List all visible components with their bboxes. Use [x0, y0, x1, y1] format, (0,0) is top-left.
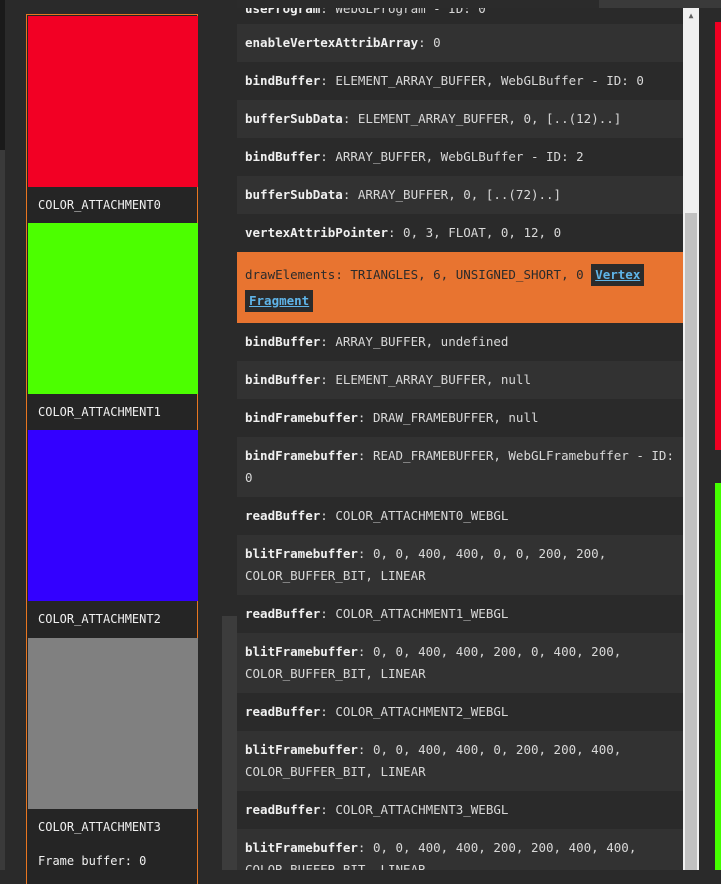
attachment-0-label: COLOR_ATTACHMENT0	[38, 198, 161, 212]
command-row[interactable]: bindBuffer: ELEMENT_ARRAY_BUFFER, WebGLB…	[237, 62, 683, 100]
command-name: blitFramebuffer	[245, 546, 358, 561]
command-row-partial[interactable]: useProgram: WebGLProgram - ID: 0	[237, 8, 683, 24]
command-args: : 0	[418, 35, 441, 50]
command-row[interactable]: bufferSubData: ARRAY_BUFFER, 0, [..(72).…	[237, 176, 683, 214]
attachment-1-swatch[interactable]	[28, 223, 198, 394]
attachment-3-label: COLOR_ATTACHMENT3	[38, 820, 161, 834]
command-name: vertexAttribPointer	[245, 225, 388, 240]
command-row[interactable]: readBuffer: COLOR_ATTACHMENT3_WEBGL	[237, 791, 683, 829]
command-row[interactable]: readBuffer: COLOR_ATTACHMENT0_WEBGL	[237, 497, 683, 535]
top-right-bar	[599, 0, 721, 8]
command-args: : WebGLProgram - ID: 0	[320, 8, 486, 16]
command-name: enableVertexAttribArray	[245, 35, 419, 50]
command-row-selected[interactable]: drawElements: TRIANGLES, 6, UNSIGNED_SHO…	[237, 252, 683, 323]
command-name: readBuffer	[245, 704, 321, 719]
command-row[interactable]: readBuffer: COLOR_ATTACHMENT2_WEBGL	[237, 693, 683, 731]
vertex-shader-link[interactable]: Vertex	[591, 263, 645, 286]
command-row[interactable]: bindBuffer: ELEMENT_ARRAY_BUFFER, null	[237, 361, 683, 399]
attachment-2-swatch[interactable]	[28, 430, 198, 601]
attachments-panel: COLOR_ATTACHMENT0 COLOR_ATTACHMENT1 COLO…	[26, 14, 198, 884]
command-row[interactable]: bindBuffer: ARRAY_BUFFER, WebGLBuffer - …	[237, 138, 683, 176]
command-name: useProgram	[245, 8, 321, 16]
fragment-shader-link[interactable]: Fragment	[245, 289, 314, 312]
left-edge-strip	[0, 0, 5, 870]
command-name: bindBuffer	[245, 372, 321, 387]
command-args: : COLOR_ATTACHMENT3_WEBGL	[320, 802, 509, 817]
panel-divider	[222, 616, 237, 870]
command-row[interactable]: bindFramebuffer: READ_FRAMEBUFFER, WebGL…	[237, 437, 683, 497]
command-args: : TRIANGLES, 6, UNSIGNED_SHORT, 0	[335, 266, 592, 282]
command-row[interactable]: bufferSubData: ELEMENT_ARRAY_BUFFER, 0, …	[237, 100, 683, 138]
command-name: bindBuffer	[245, 73, 321, 88]
command-name: bufferSubData	[245, 187, 343, 202]
command-args: : ELEMENT_ARRAY_BUFFER, 0, [..(12)..]	[342, 111, 622, 126]
command-name: bindFramebuffer	[245, 448, 358, 463]
command-name: bindFramebuffer	[245, 410, 358, 425]
command-name: blitFramebuffer	[245, 644, 358, 659]
attachment-2-label: COLOR_ATTACHMENT2	[38, 612, 161, 626]
attachment-0-swatch[interactable]	[28, 16, 198, 187]
scrollbar-thumb[interactable]	[685, 213, 697, 870]
command-name: bindBuffer	[245, 334, 321, 349]
command-row[interactable]: blitFramebuffer: 0, 0, 400, 400, 200, 20…	[237, 829, 683, 870]
command-name: blitFramebuffer	[245, 840, 358, 855]
command-args: : ARRAY_BUFFER, WebGLBuffer - ID: 2	[320, 149, 584, 164]
command-name: readBuffer	[245, 606, 321, 621]
command-name: drawElements	[245, 266, 336, 282]
attachment-1-label: COLOR_ATTACHMENT1	[38, 405, 161, 419]
vertical-scrollbar[interactable]: ▲	[683, 8, 699, 870]
command-args: : COLOR_ATTACHMENT0_WEBGL	[320, 508, 509, 523]
command-args: : 0, 3, FLOAT, 0, 12, 0	[388, 225, 562, 240]
command-args: : ARRAY_BUFFER, undefined	[320, 334, 509, 349]
command-args: : DRAW_FRAMEBUFFER, null	[357, 410, 539, 425]
command-name: bindBuffer	[245, 149, 321, 164]
attachment-3-swatch[interactable]	[28, 638, 198, 809]
command-args: : COLOR_ATTACHMENT1_WEBGL	[320, 606, 509, 621]
command-row[interactable]: blitFramebuffer: 0, 0, 400, 400, 0, 200,…	[237, 731, 683, 791]
command-name: readBuffer	[245, 802, 321, 817]
command-row[interactable]: readBuffer: COLOR_ATTACHMENT1_WEBGL	[237, 595, 683, 633]
command-row[interactable]: blitFramebuffer: 0, 0, 400, 400, 0, 0, 2…	[237, 535, 683, 595]
command-row[interactable]: bindFramebuffer: DRAW_FRAMEBUFFER, null	[237, 399, 683, 437]
scroll-up-icon[interactable]: ▲	[683, 8, 699, 24]
canvas-red-region	[715, 22, 721, 450]
command-args: : ELEMENT_ARRAY_BUFFER, WebGLBuffer - ID…	[320, 73, 644, 88]
command-name: readBuffer	[245, 508, 321, 523]
command-list: useProgram: WebGLProgram - ID: 0 enableV…	[237, 8, 683, 870]
command-args: : ELEMENT_ARRAY_BUFFER, null	[320, 372, 531, 387]
command-row[interactable]: vertexAttribPointer: 0, 3, FLOAT, 0, 12,…	[237, 214, 683, 252]
command-name: blitFramebuffer	[245, 742, 358, 757]
canvas-green-region	[715, 483, 721, 870]
command-args: : ARRAY_BUFFER, 0, [..(72)..]	[342, 187, 562, 202]
frame-buffer-label: Frame buffer: 0	[38, 854, 147, 868]
command-name: bufferSubData	[245, 111, 343, 126]
command-args: : COLOR_ATTACHMENT2_WEBGL	[320, 704, 509, 719]
command-row[interactable]: blitFramebuffer: 0, 0, 400, 400, 200, 0,…	[237, 633, 683, 693]
command-row[interactable]: enableVertexAttribArray: 0	[237, 24, 683, 62]
command-row[interactable]: bindBuffer: ARRAY_BUFFER, undefined	[237, 323, 683, 361]
